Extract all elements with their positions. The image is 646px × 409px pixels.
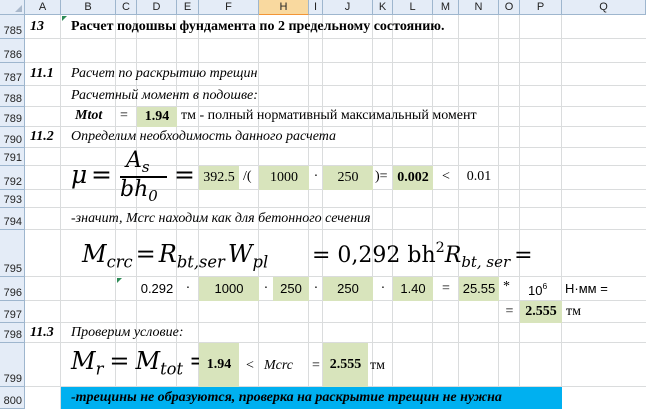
row-header-793[interactable]: 793 (0, 190, 25, 208)
equals-sign: = (312, 358, 320, 373)
mult-dot: · (313, 169, 319, 184)
multiply-star: * (503, 279, 510, 294)
mtot-description: тм - полный нормативный максимальный мом… (181, 108, 477, 123)
column-header-p[interactable]: P (520, 0, 562, 15)
row-header-796[interactable]: 796 (0, 277, 25, 301)
row-header-792[interactable]: 792 (0, 166, 25, 190)
column-header-j[interactable]: J (323, 0, 373, 15)
power-of-ten: 106 (528, 281, 548, 298)
less-than-sign: < (246, 358, 254, 373)
h0-value-cell[interactable]: 250 (323, 166, 373, 190)
mcrc-label: Mcrc (264, 358, 294, 373)
conclusion-mcrc-concrete: -значит, Mcrc находим как для бетонного … (71, 211, 371, 226)
final-conclusion-banner: -трещины не образуются, проверка на раск… (61, 387, 562, 409)
row-header-785[interactable]: 785 (0, 15, 25, 39)
section-number-11-3: 11.3 (30, 325, 54, 340)
fraction-numerator: As (126, 148, 150, 177)
b-value-cell-796[interactable]: 1000 (199, 277, 259, 301)
less-than-sign: < (442, 169, 450, 184)
column-header-o[interactable]: O (499, 0, 520, 15)
mr-value-cell[interactable]: 1.94 (199, 343, 239, 387)
column-header-l[interactable]: L (393, 0, 433, 15)
row-header-795[interactable]: 795 (0, 230, 25, 277)
mr-mtot-formula: Mr=Mtot= (71, 347, 209, 379)
column-header-d[interactable]: D (137, 0, 177, 15)
section-title: Расчет подошвы фундамента по 2 предельно… (71, 19, 445, 34)
mult-dot: · (185, 281, 191, 296)
mu-equals: = (91, 160, 112, 189)
mult-dot: · (380, 281, 386, 296)
row-header-791[interactable]: 791 (0, 148, 25, 166)
column-header-e[interactable]: E (177, 0, 199, 15)
select-all-corner[interactable] (0, 0, 25, 15)
row-header-787[interactable]: 787 (0, 63, 25, 86)
column-header-n[interactable]: N (459, 0, 499, 15)
mu-result-cell[interactable]: 0.002 (393, 166, 433, 190)
mtot-value-cell[interactable]: 1.94 (137, 107, 177, 127)
check-condition-caption: Проверим условие: (71, 325, 184, 340)
close-paren-equals: )= (375, 169, 388, 184)
section-number-11-2: 11.2 (30, 129, 54, 144)
row-header-794[interactable]: 794 (0, 208, 25, 230)
mult-dot: · (263, 281, 269, 296)
h-value-cell-796b[interactable]: 250 (323, 277, 373, 301)
column-header-h[interactable]: H (259, 0, 309, 15)
section-number-13: 13 (30, 19, 44, 34)
mcrc-formula-expanded: = 0,292 bh2Rbt, ser = (312, 240, 533, 272)
unit-tm: тм (370, 358, 385, 373)
mtot-label: Mtot (75, 108, 103, 123)
column-header-c[interactable]: C (116, 0, 137, 15)
row-header-790[interactable]: 790 (0, 127, 25, 148)
unit-nmm: Н·мм = (565, 281, 608, 296)
mu-symbol: μ (71, 160, 88, 189)
mcrc-compare-cell[interactable]: 2.555 (323, 343, 368, 387)
design-moment-caption: Расчетный момент в подошве: (71, 88, 258, 103)
as-value-cell[interactable]: 392.5 (199, 166, 239, 190)
divide-paren: /( (243, 169, 252, 184)
mult-dot: · (313, 281, 319, 296)
row-header-799[interactable]: 799 (0, 343, 25, 387)
mu-limit: 0.01 (466, 169, 492, 184)
section-number-11-1: 11.1 (30, 66, 54, 81)
equals-sign: = (505, 304, 514, 319)
column-header-q[interactable]: Q (562, 0, 646, 15)
column-header-i[interactable]: I (309, 0, 323, 15)
row-header-798[interactable]: 798 (0, 323, 25, 343)
row-header-789[interactable]: 789 (0, 107, 25, 127)
h-value-cell-796[interactable]: 250 (273, 277, 309, 301)
fraction-denominator: bh0 (120, 177, 158, 206)
column-header-b[interactable]: B (61, 0, 116, 15)
b-value-cell[interactable]: 1000 (259, 166, 309, 190)
column-header-f[interactable]: F (199, 0, 259, 15)
mcrc-formula: Mcrc = Rbt,ser Wpl (82, 240, 269, 272)
equals-sign: = (442, 281, 450, 296)
column-header-k[interactable]: K (373, 0, 393, 15)
mcrc-result-tm-cell[interactable]: 2.555 (520, 301, 562, 323)
cell-comment-marker (62, 16, 67, 21)
row-header-788[interactable]: 788 (0, 86, 25, 107)
row-header-800[interactable]: 800 (0, 387, 25, 409)
subsection-title-crack-opening: Расчет по раскрытию трещин (71, 66, 258, 81)
fraction-equals: = (174, 160, 195, 189)
row-header-797[interactable]: 797 (0, 301, 25, 323)
coef-0292: 0.292 (140, 281, 174, 296)
cell-comment-marker (117, 278, 122, 283)
unit-tm: тм (566, 304, 581, 319)
mcrc-result-nmm-cell[interactable]: 25.55 (459, 277, 499, 301)
column-header-a[interactable]: A (25, 0, 61, 15)
column-header-m[interactable]: M (433, 0, 459, 15)
row-header-786[interactable]: 786 (0, 39, 25, 63)
rbtser-value-cell[interactable]: 1.40 (393, 277, 433, 301)
subsection-title-necessity: Определим необходимость данного расчета (71, 129, 337, 144)
mtot-equals: = (120, 108, 128, 123)
